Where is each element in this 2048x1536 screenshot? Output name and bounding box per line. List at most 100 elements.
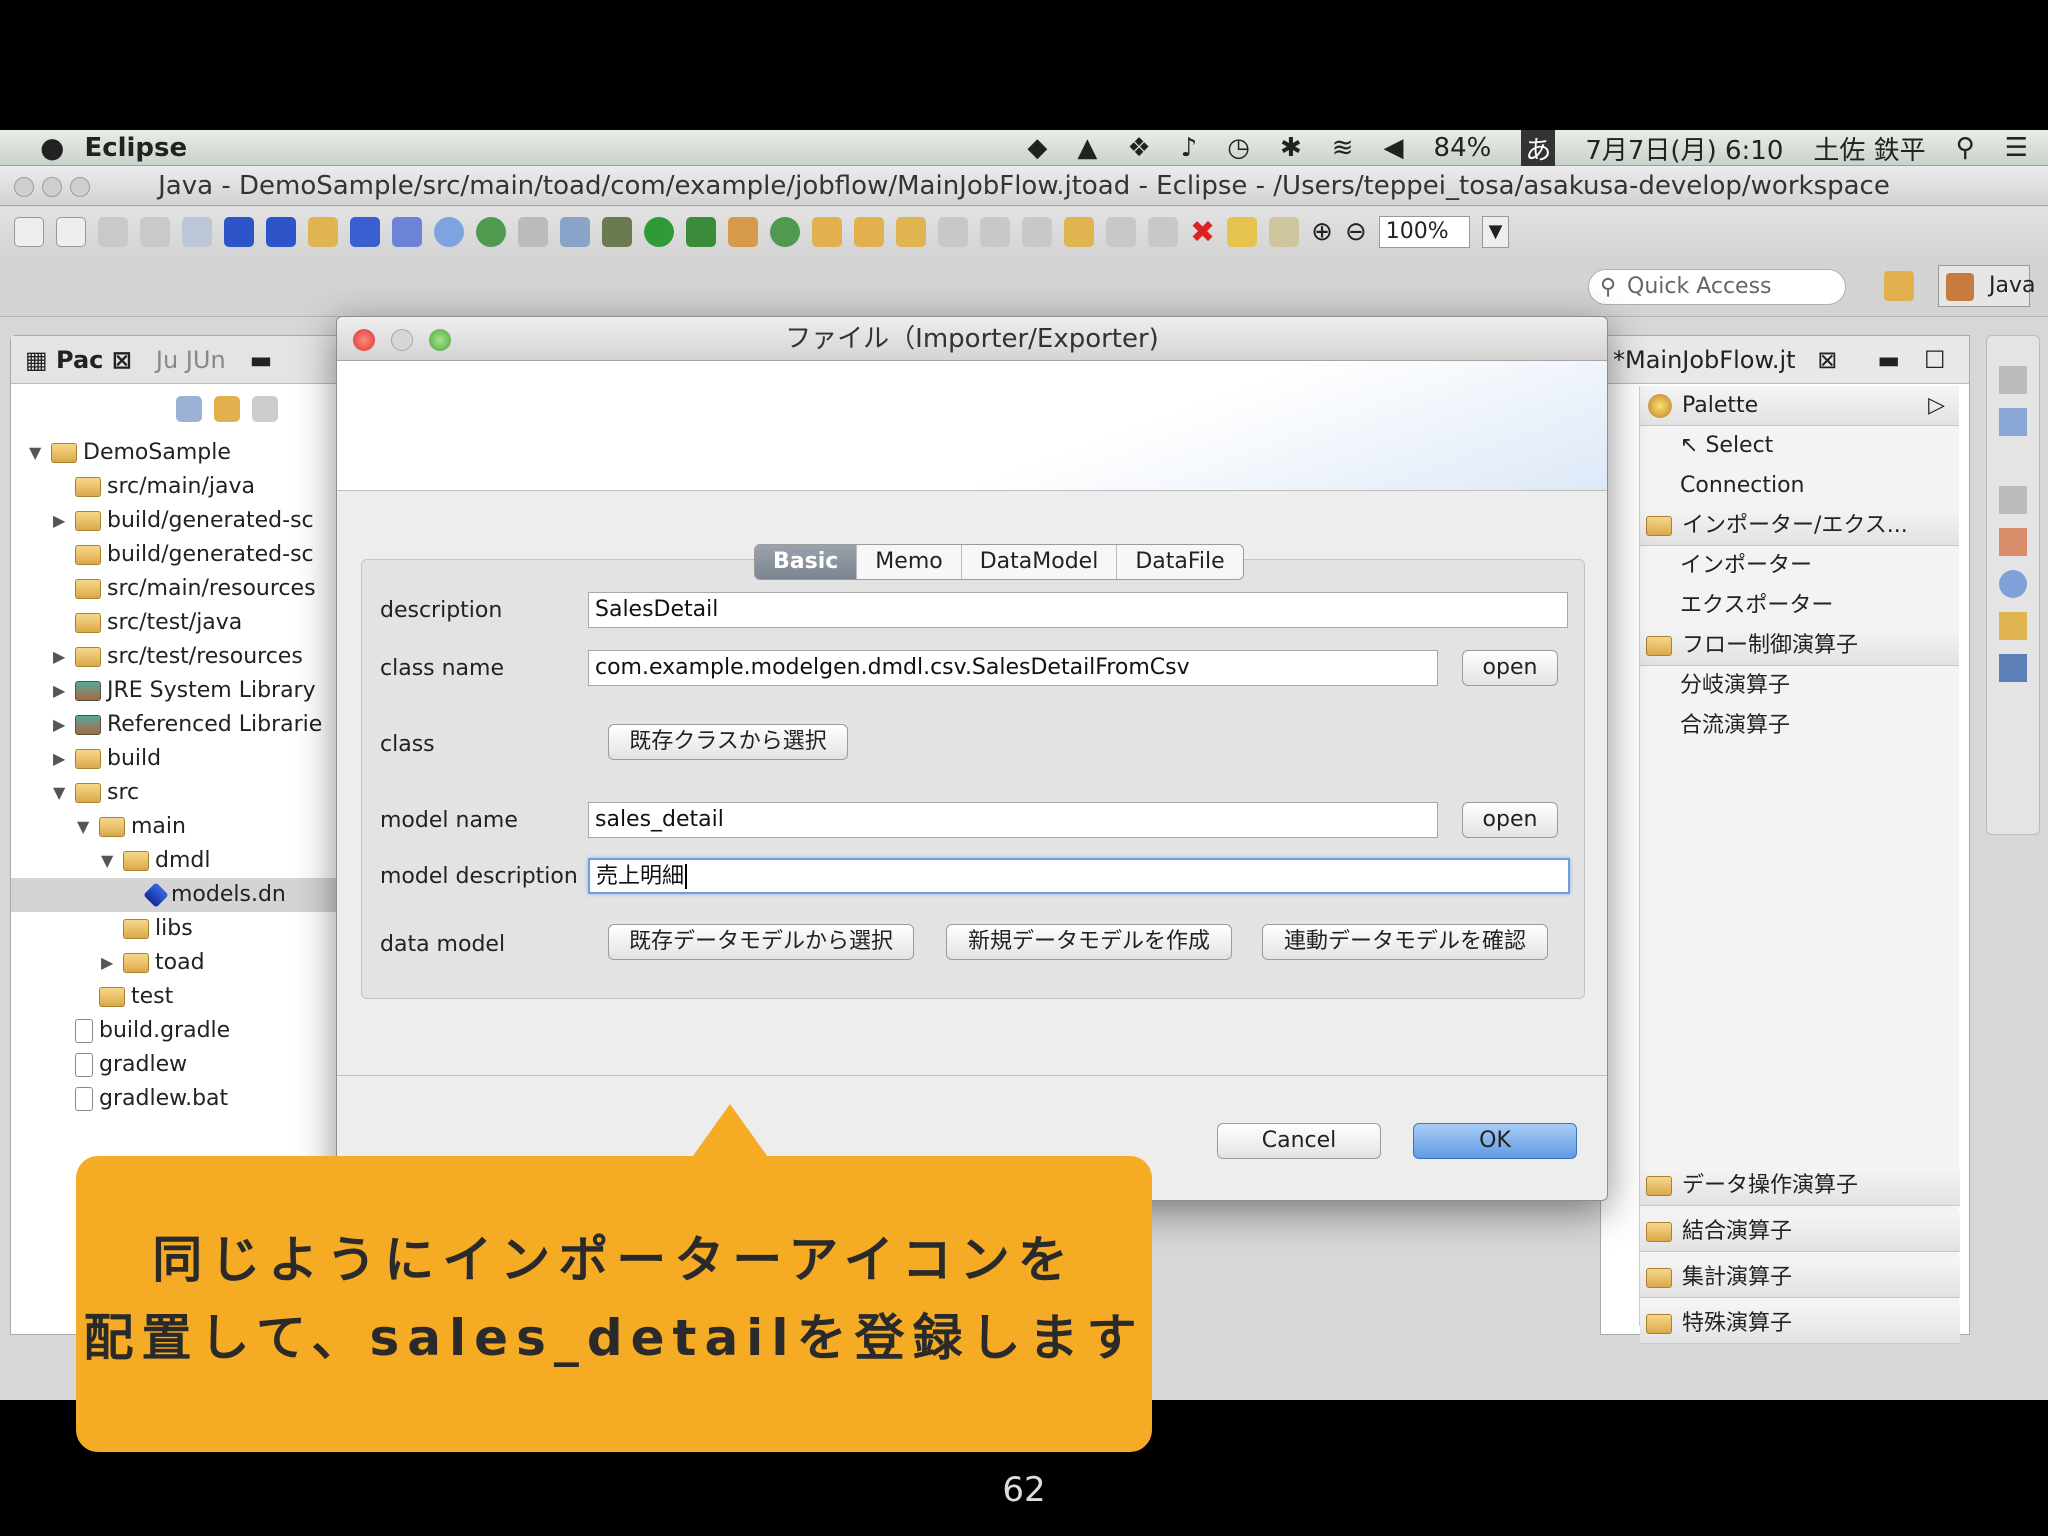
- tree-item[interactable]: ▼ main: [11, 810, 341, 844]
- tab-basic[interactable]: Basic: [755, 545, 858, 579]
- tree-item[interactable]: src/test/java: [11, 606, 341, 640]
- palette-drawer-importer-exporter[interactable]: インポーター/エクス...: [1640, 506, 1959, 546]
- palette-drawer-data-op[interactable]: データ操作演算子: [1640, 1166, 1960, 1206]
- operator2-icon[interactable]: [392, 217, 422, 247]
- cancel-button[interactable]: Cancel: [1217, 1123, 1381, 1159]
- delete-icon[interactable]: ✖: [1190, 215, 1215, 250]
- palette-select-tool[interactable]: ↖ Select: [1640, 426, 1959, 466]
- save-icon[interactable]: [98, 217, 128, 247]
- skip-icon[interactable]: [560, 217, 590, 247]
- check-linked-model-button[interactable]: 連動データモデルを確認: [1262, 924, 1548, 960]
- window-close-button[interactable]: [14, 177, 34, 197]
- dropbox-icon[interactable]: ❖: [1127, 133, 1150, 163]
- quick-access-input[interactable]: Quick Access: [1588, 269, 1846, 305]
- check-icon[interactable]: [1227, 217, 1258, 247]
- chevron-down-icon[interactable]: ▼: [1481, 216, 1510, 248]
- tab-datamodel[interactable]: DataModel: [962, 545, 1118, 579]
- bluetooth-icon[interactable]: ✱: [1280, 133, 1302, 163]
- tree-item[interactable]: ▼ DemoSample: [11, 436, 341, 470]
- link-editor-icon[interactable]: [214, 396, 240, 422]
- new-icon[interactable]: [14, 217, 44, 247]
- tab-memo[interactable]: Memo: [857, 545, 962, 579]
- next-annotation-icon[interactable]: [938, 217, 968, 247]
- tree-item[interactable]: test: [11, 980, 341, 1014]
- palette-item-confluent[interactable]: 合流演算子: [1640, 706, 1959, 746]
- clock[interactable]: 7月7日(月) 6:10: [1585, 130, 1783, 167]
- expanded-arrow-icon[interactable]: ▼: [77, 810, 99, 844]
- open-folder-icon[interactable]: [854, 217, 884, 247]
- package-explorer-tab[interactable]: ▦ Pac ⊠: [25, 346, 132, 374]
- collapsed-arrow-icon[interactable]: ▶: [53, 504, 75, 538]
- restore-icon[interactable]: [1999, 366, 2027, 394]
- forward-arrow-icon[interactable]: [1106, 217, 1136, 247]
- model-name-open-button[interactable]: open: [1462, 802, 1558, 838]
- importer-icon[interactable]: [224, 217, 254, 247]
- operator-icon[interactable]: [350, 217, 380, 247]
- open-perspective-icon[interactable]: [1884, 271, 1914, 301]
- collapse-all-icon[interactable]: [176, 396, 202, 422]
- prev-annotation-icon[interactable]: [980, 217, 1010, 247]
- maximize-icon[interactable]: ☐: [1924, 346, 1946, 374]
- palette-connection-tool[interactable]: Connection: [1640, 466, 1959, 506]
- tab-datafile[interactable]: DataFile: [1117, 545, 1242, 579]
- wifi-icon[interactable]: ≋: [1332, 133, 1354, 163]
- collapsed-arrow-icon[interactable]: ▶: [53, 742, 75, 776]
- model-name-field[interactable]: sales_detail: [588, 802, 1438, 838]
- tree-item[interactable]: ▼ dmdl: [11, 844, 341, 878]
- run-icon[interactable]: [644, 217, 674, 247]
- volume-icon[interactable]: ◀: [1384, 133, 1404, 163]
- dialog-zoom-button[interactable]: [429, 329, 451, 351]
- uncheck-icon[interactable]: [1269, 217, 1300, 247]
- junit-tab[interactable]: Ju JUn: [156, 346, 226, 374]
- evernote-icon[interactable]: ◆: [1027, 133, 1047, 163]
- list-icon[interactable]: ☰: [2005, 133, 2028, 163]
- minimize-icon[interactable]: ▬: [250, 346, 273, 374]
- tree-item[interactable]: models.dn: [11, 878, 341, 912]
- class-name-open-button[interactable]: open: [1462, 650, 1558, 686]
- search-tool-icon[interactable]: [896, 217, 926, 247]
- tree-item[interactable]: ▶ Referenced Librarie: [11, 708, 341, 742]
- problems-icon[interactable]: [1999, 528, 2027, 556]
- palette-drawer-aggregate[interactable]: 集計演算子: [1640, 1258, 1960, 1298]
- zoom-select[interactable]: 100%: [1378, 216, 1470, 248]
- window-minimize-button[interactable]: [42, 177, 62, 197]
- new-package-icon[interactable]: [728, 217, 758, 247]
- tree-item[interactable]: ▶ toad: [11, 946, 341, 980]
- model-description-field[interactable]: 売上明細: [588, 858, 1570, 894]
- declaration-icon[interactable]: [1999, 612, 2027, 640]
- back-arrow-icon[interactable]: [1064, 217, 1094, 247]
- drive-icon[interactable]: ▲: [1077, 133, 1097, 163]
- open-type-icon[interactable]: [812, 217, 842, 247]
- tree-item[interactable]: build.gradle: [11, 1014, 341, 1048]
- tree-item[interactable]: build/generated-sc: [11, 538, 341, 572]
- collapsed-arrow-icon[interactable]: ▶: [101, 946, 123, 980]
- tree-item[interactable]: ▶ build: [11, 742, 341, 776]
- tree-item[interactable]: ▶ JRE System Library: [11, 674, 341, 708]
- palette-item-exporter[interactable]: エクスポーター: [1640, 586, 1959, 626]
- restore2-icon[interactable]: [1999, 486, 2027, 514]
- exporter-icon[interactable]: [266, 217, 296, 247]
- battery-status[interactable]: 84%: [1434, 133, 1492, 163]
- refresh-icon[interactable]: [476, 217, 506, 247]
- javadoc-icon[interactable]: [1999, 570, 2027, 598]
- palette-drawer-special[interactable]: 特殊演算子: [1640, 1304, 1960, 1344]
- palette-item-importer[interactable]: インポーター: [1640, 546, 1959, 586]
- pin-icon[interactable]: [1148, 217, 1178, 247]
- tree-item[interactable]: ▼ src: [11, 776, 341, 810]
- view-menu-icon[interactable]: [252, 396, 278, 422]
- select-existing-model-button[interactable]: 既存データモデルから選択: [608, 924, 914, 960]
- at-icon[interactable]: [434, 217, 464, 247]
- run-external-icon[interactable]: [686, 217, 716, 247]
- bell-icon[interactable]: ♪: [1181, 133, 1198, 163]
- collapsed-arrow-icon[interactable]: ▶: [53, 674, 75, 708]
- collapsed-arrow-icon[interactable]: ▶: [53, 708, 75, 742]
- window-zoom-button[interactable]: [70, 177, 90, 197]
- save-all-icon[interactable]: [140, 217, 170, 247]
- apple-icon[interactable]: ●: [40, 131, 64, 164]
- palette-header[interactable]: Palette ▷: [1640, 386, 1959, 426]
- palette-drawer-join[interactable]: 結合演算子: [1640, 1212, 1960, 1252]
- expanded-arrow-icon[interactable]: ▼: [29, 436, 51, 470]
- menubar-app-name[interactable]: Eclipse: [84, 133, 187, 163]
- spotlight-icon[interactable]: ⚲: [1956, 133, 1975, 163]
- description-field[interactable]: SalesDetail: [588, 592, 1568, 628]
